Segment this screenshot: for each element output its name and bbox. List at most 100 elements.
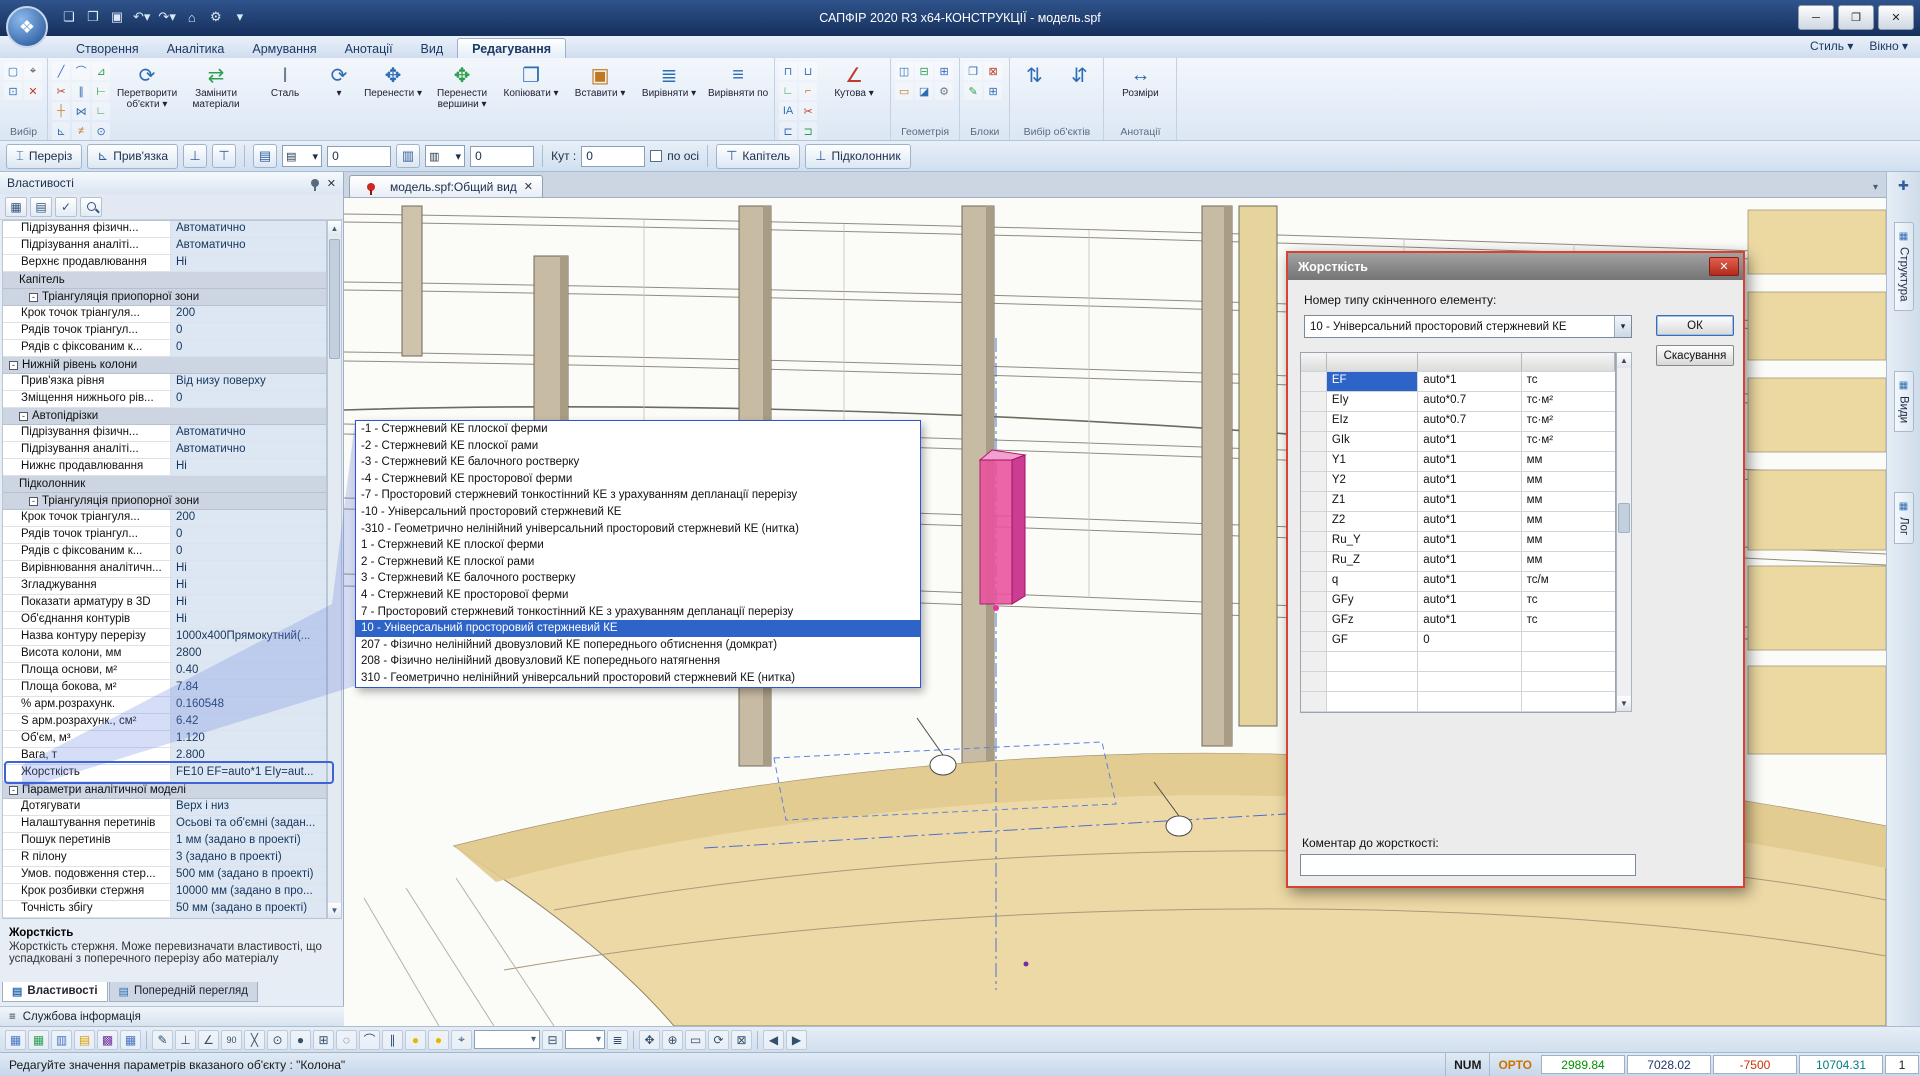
tab-Редагування[interactable]: Редагування [457,38,566,58]
num-lock-indicator[interactable]: NUM [1445,1053,1489,1076]
rotate-button[interactable]: ⟳ ▾ [322,60,356,113]
tab-Армування[interactable]: Армування [238,39,330,58]
panel-tab-Властивості[interactable]: ▤Властивості [2,982,108,1002]
angle-input[interactable]: 0 [581,146,645,167]
fe-type-option[interactable]: -310 - Геометрично нелінійний універсаль… [356,521,920,538]
property-value[interactable]: 3 (задано в проекті) [171,850,326,866]
guide-lines-icon[interactable]: ∥ [382,1030,403,1050]
snap-settings-4-icon[interactable]: ▤ [74,1030,95,1050]
move-vertices-button[interactable]: ✥Перенести вершини ▾ [430,60,494,113]
property-row[interactable]: Прив'язка рівняВід низу поверху [3,374,326,391]
property-value[interactable]: Автоматично [171,238,326,254]
document-tab[interactable]: модель.spf:Общий вид ✕ [349,175,543,197]
steel-button[interactable]: ⅠСталь [253,60,317,113]
snap-settings-2-icon[interactable]: ▦ [28,1030,49,1050]
property-row[interactable]: Площа бокова, м²7.84 [3,680,326,697]
offset-bottom-input[interactable]: 0 [470,146,534,167]
stiffness-table-row[interactable]: GIkauto*1тс·м² [1301,432,1615,452]
snap-settings-6-icon[interactable]: ▦ [120,1030,141,1050]
property-row[interactable]: Об'єднання контурівНі [3,612,326,629]
tab-Вид[interactable]: Вид [407,39,458,58]
property-row[interactable]: S арм.розрахунк., см²6.42 [3,714,326,731]
property-row[interactable]: ЖорсткістьFE10 EF=auto*1 EIy=aut... [3,765,326,782]
scroll-down-icon[interactable]: ▼ [328,903,341,918]
snap-settings-1-icon[interactable]: ▦ [5,1030,26,1050]
param-name-cell[interactable]: EIy [1327,392,1418,411]
property-row[interactable]: ДотягуватиВерх і низ [3,799,326,816]
stiffness-table-row[interactable]: EFauto*1тс [1301,372,1615,392]
property-value[interactable]: Автоматично [171,425,326,441]
ok-button[interactable]: ОК [1656,315,1734,336]
zoom-window-icon[interactable]: ▭ [685,1030,706,1050]
geometry-subtract-icon[interactable]: ⊟ [915,62,933,80]
level-picker-button[interactable]: ▤ [253,144,277,168]
trim-restore-icon[interactable]: ⊐ [799,122,817,140]
trim-corner-icon[interactable]: ∟ [779,82,797,100]
edit-chamfer-icon[interactable]: ∟ [92,102,110,120]
stiffness-table-row[interactable] [1301,652,1615,672]
stiffness-table-row[interactable] [1301,692,1615,712]
select-pick-icon[interactable]: ⌖ [24,62,42,80]
snap-settings-3-icon[interactable]: ▥ [51,1030,72,1050]
scroll-up-icon[interactable]: ▲ [1617,353,1631,368]
property-value[interactable]: Осьові та об'ємні (задан... [171,816,326,832]
property-category[interactable]: -Нижній рівень колони [3,357,326,374]
property-value[interactable]: Ні [171,561,326,577]
property-row[interactable]: Рядів с фіксованим к...0 [3,340,326,357]
snap-node-icon[interactable]: ● [290,1030,311,1050]
param-value-cell[interactable]: auto*0.7 [1418,392,1521,411]
offset-mode-combo[interactable]: ▤▾ [282,145,322,167]
document-pin-icon[interactable] [367,183,375,191]
property-row[interactable]: Крок точок тріангуля...200 [3,510,326,527]
angular-trim-button[interactable]: ∠Кутова ▾ [822,60,886,113]
block-insert-icon[interactable]: ⊞ [984,82,1002,100]
snap-settings-5-icon[interactable]: ▩ [97,1030,118,1050]
param-value-cell[interactable]: auto*1 [1418,452,1521,471]
layers-visibility-icon[interactable]: ≣ [607,1030,628,1050]
param-name-cell[interactable]: GFy [1327,592,1418,611]
draw-pencil-icon[interactable]: ✎ [152,1030,173,1050]
property-row[interactable]: Рядів точок тріангул...0 [3,323,326,340]
snap-center-icon[interactable]: ⊙ [267,1030,288,1050]
property-grid-scrollbar[interactable]: ▲ ▼ [327,220,342,919]
property-value[interactable]: 0 [171,340,326,356]
dimensions-button[interactable]: ↔Розміри [1108,60,1172,113]
side-tab-Структура[interactable]: ▦Структура [1894,222,1914,311]
light-bulb-2-icon[interactable]: ● [428,1030,449,1050]
align-bottom-button[interactable]: ⊤ [212,144,236,168]
edit-arc-icon[interactable]: ⌒ [72,62,90,80]
tab-Створення[interactable]: Створення [62,39,153,58]
bottom-toolbar-combo[interactable]: ▾ [565,1030,605,1049]
snap-nearest-icon[interactable]: ◌ [336,1030,357,1050]
property-value[interactable]: 0.40 [171,663,326,679]
property-row[interactable]: Підрізування аналіті...Автоматично [3,442,326,459]
collapse-icon[interactable]: - [9,786,18,795]
offset-top-input[interactable]: 0 [327,146,391,167]
param-value-cell[interactable]: 0 [1418,632,1521,651]
property-row[interactable]: Крок розбивки стержня10000 мм (задано в … [3,884,326,901]
dialog-title-bar[interactable]: Жорсткість [1288,253,1743,280]
property-category[interactable]: Підколонник [3,476,326,493]
align-by-button[interactable]: ≡Вирівняти по [706,60,770,113]
edit-break-icon[interactable]: ┼ [52,102,70,120]
geometry-outline-icon[interactable]: ▭ [895,82,913,100]
param-name-cell[interactable]: q [1327,572,1418,591]
param-value-cell[interactable] [1418,692,1521,711]
grid-step-icon[interactable]: ⊟ [542,1030,563,1050]
stiffness-table-row[interactable]: GFyauto*1тс [1301,592,1615,612]
stiffness-table-row[interactable]: EIzauto*0.7тс·м² [1301,412,1615,432]
property-value[interactable]: 1 мм (задано в проекті) [171,833,326,849]
param-name-cell[interactable]: GF [1327,632,1418,651]
property-row[interactable]: Висота колони, мм2800 [3,646,326,663]
property-row[interactable]: Об'єм, м³1.120 [3,731,326,748]
property-value[interactable]: FE10 EF=auto*1 EIy=aut... [171,765,326,781]
stiffness-table-row[interactable]: GF0 [1301,632,1615,652]
deselect-icon[interactable]: ✕ [24,82,42,100]
close-button[interactable]: ✕ [1878,5,1914,30]
tab-Аналітика[interactable]: Аналітика [153,39,239,58]
comment-input[interactable] [1300,854,1636,876]
collapse-icon[interactable]: - [9,361,18,370]
param-name-cell[interactable]: Z2 [1327,512,1418,531]
property-row[interactable]: Налаштування перетинівОсьові та об'ємні … [3,816,326,833]
open-file-icon[interactable]: ❐ [82,5,104,29]
